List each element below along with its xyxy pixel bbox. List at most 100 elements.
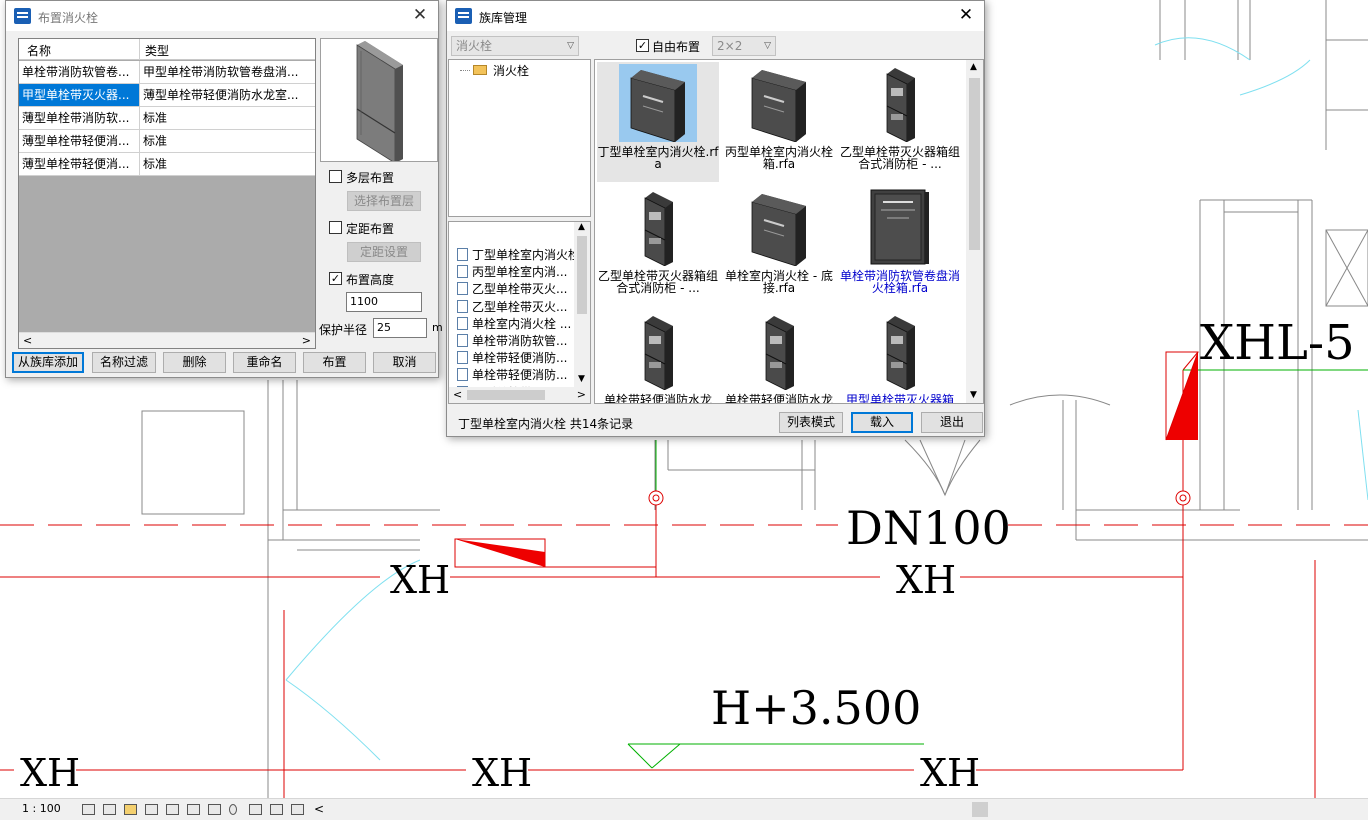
dialog-titlebar[interactable]: 族库管理 ✕ xyxy=(447,1,984,31)
grid-cell-name[interactable]: 甲型单栓带灭火器... xyxy=(19,84,139,106)
family-thumbnail-caption: 单栓带消防软管卷盘消火栓箱.rfa xyxy=(839,269,960,295)
add-from-library-button[interactable]: 从族库添加 xyxy=(12,352,84,373)
pipe-label-xh: XH xyxy=(20,751,80,795)
sun-path-icon[interactable] xyxy=(124,804,137,815)
grid-cell-name[interactable]: 薄型单栓带消防软... xyxy=(19,107,139,129)
pipe-label-xh: XH xyxy=(896,558,956,602)
family-file-icon xyxy=(457,299,468,313)
collapse-icon[interactable]: < xyxy=(314,802,324,816)
cabinet-preview-icon xyxy=(356,41,403,164)
temp-hide-icon[interactable] xyxy=(208,804,221,815)
record-status-text: 丁型单栓室内消火栓 共14条记录 xyxy=(458,417,634,431)
dialog-titlebar[interactable]: 布置消火栓 ✕ xyxy=(6,1,438,31)
grid-cell-type[interactable]: 标准 xyxy=(140,130,315,152)
family-file-icon xyxy=(457,265,468,279)
free-layout-checkbox[interactable]: ✓ xyxy=(636,39,649,52)
height-input[interactable]: 1100 xyxy=(346,292,422,312)
radius-input[interactable]: 25 xyxy=(373,318,427,338)
grid-cell-type[interactable]: 甲型单栓带消防软管卷盘消... xyxy=(140,61,315,83)
grid-cell-name[interactable]: 薄型单栓带轻便消... xyxy=(19,153,139,175)
constraints-icon[interactable] xyxy=(291,804,304,815)
column-header-name[interactable]: 名称 xyxy=(27,42,51,59)
column-divider[interactable] xyxy=(139,39,140,60)
scroll-left-icon[interactable]: < xyxy=(453,388,462,401)
tree-item-folder[interactable]: 消火栓 xyxy=(493,62,529,79)
reveal-hidden-icon[interactable] xyxy=(229,804,237,815)
thumbnail-vscroll[interactable]: ▲ ▼ xyxy=(966,60,983,403)
place-hydrant-dialog: 布置消火栓 ✕ 名称 类型 单栓带消防软管卷... 甲型单栓带消防软管卷盘消...… xyxy=(5,0,443,378)
family-file-item[interactable]: 单栓带消防软管... xyxy=(457,333,567,350)
family-thumbnail-tile[interactable]: 乙型单栓带灭火器箱组合式消防柜 - ... xyxy=(839,62,961,182)
file-list-vscroll[interactable]: ▲ ▼ xyxy=(574,222,590,387)
family-thumbnail-tile[interactable]: 单栓带消防软管卷盘消火栓箱.rfa xyxy=(839,186,961,306)
detail-level-icon[interactable] xyxy=(82,804,95,815)
multi-layer-checkbox[interactable] xyxy=(329,170,342,183)
family-thumbnail-tile[interactable]: 丙型单栓室内消火栓箱.rfa xyxy=(718,62,840,182)
height-checkbox[interactable]: ✓ xyxy=(329,272,342,285)
family-file-item[interactable]: 丁型单栓室内消火栓 xyxy=(457,247,580,264)
family-file-item[interactable]: 单栓带轻便消防... xyxy=(457,350,567,367)
family-thumbnail-tile[interactable]: 丁型单栓室内消火栓.rfa xyxy=(597,62,719,182)
view-scale[interactable]: 1 : 100 xyxy=(22,802,61,815)
grid-cell-type[interactable]: 薄型单栓带轻便消防水龙室... xyxy=(140,84,315,106)
close-icon[interactable]: ✕ xyxy=(410,5,430,25)
family-file-item[interactable]: 乙型单栓带灭火... xyxy=(457,299,567,316)
family-file-icon xyxy=(457,282,468,296)
grid-cell-name[interactable]: 薄型单栓带轻便消... xyxy=(19,130,139,152)
scroll-left-icon[interactable]: < xyxy=(23,334,32,347)
family-thumbnail-panel[interactable]: 丁型单栓室内消火栓.rfa 丙型单栓室内消火栓箱.rfa 乙型单栓带灭火器箱组合式消… xyxy=(594,59,984,404)
select-layers-button[interactable]: 选择布置层 xyxy=(347,191,421,211)
spacing-settings-button[interactable]: 定距设置 xyxy=(347,242,421,262)
show-crop-icon[interactable] xyxy=(187,804,200,815)
close-icon[interactable]: ✕ xyxy=(956,5,976,25)
shadows-icon[interactable] xyxy=(145,804,158,815)
grid-cell-name[interactable]: 单栓带消防软管卷... xyxy=(19,61,139,83)
hydrant-cabinet-icon xyxy=(619,64,697,143)
scroll-up-icon[interactable]: ▲ xyxy=(578,222,585,232)
family-file-list[interactable]: 丁型单栓室内消火栓 丙型单栓室内消... 乙型单栓带灭火... 乙型单栓带灭火... 单… xyxy=(448,221,591,404)
family-file-item[interactable]: 单栓带轻便消防... xyxy=(457,367,567,384)
scroll-thumb[interactable] xyxy=(467,390,545,400)
exit-button[interactable]: 退出 xyxy=(921,412,983,433)
scroll-down-icon[interactable]: ▼ xyxy=(970,390,977,400)
hydrant-preview xyxy=(320,38,438,164)
analysis-icon[interactable] xyxy=(270,804,283,815)
fixed-spacing-checkbox[interactable] xyxy=(329,221,342,234)
grid-size-value: 2×2 xyxy=(717,39,743,53)
grid-cell-type[interactable]: 标准 xyxy=(140,107,315,129)
file-list-hscroll[interactable]: < > xyxy=(449,387,590,403)
cancel-button[interactable]: 取消 xyxy=(373,352,436,373)
name-filter-button[interactable]: 名称过滤 xyxy=(92,352,156,373)
delete-button[interactable]: 删除 xyxy=(163,352,226,373)
scroll-thumb[interactable] xyxy=(969,78,980,250)
family-thumbnail-tile[interactable]: 单栓带轻便消防水龙 xyxy=(597,310,719,403)
rename-button[interactable]: 重命名 xyxy=(233,352,296,373)
scroll-right-icon[interactable]: > xyxy=(577,388,586,401)
scroll-right-icon[interactable]: > xyxy=(302,334,311,347)
family-thumbnail-tile[interactable]: 甲型单栓带灭火器箱 xyxy=(839,310,961,403)
family-thumbnail-tile[interactable]: 乙型单栓带灭火器箱组合式消防柜 - ... xyxy=(597,186,719,306)
category-tree[interactable]: 消火栓 xyxy=(448,59,591,217)
family-thumbnail-tile[interactable]: 单栓室内消火栓 - 底接.rfa xyxy=(718,186,840,306)
grid-size-select[interactable]: 2×2 ▽ xyxy=(712,36,776,56)
scroll-up-icon[interactable]: ▲ xyxy=(970,62,977,72)
horizontal-scrollbar[interactable]: < > xyxy=(19,332,315,348)
worksharing-icon[interactable] xyxy=(249,804,262,815)
scroll-thumb[interactable] xyxy=(577,236,587,314)
family-thumbnail-tile[interactable]: 单栓带轻便消防水龙 xyxy=(718,310,840,403)
load-button[interactable]: 载入 xyxy=(851,412,913,433)
family-file-item[interactable]: 乙型单栓带灭火... xyxy=(457,281,567,298)
family-thumbnail-caption: 乙型单栓带灭火器箱组合式消防柜 - ... xyxy=(597,269,718,295)
scroll-down-icon[interactable]: ▼ xyxy=(578,374,585,384)
category-select[interactable]: 消火栓 ▽ xyxy=(451,36,579,56)
column-header-type[interactable]: 类型 xyxy=(145,42,169,59)
visual-style-icon[interactable] xyxy=(103,804,116,815)
crop-view-icon[interactable] xyxy=(166,804,179,815)
family-file-item[interactable]: 丙型单栓室内消... xyxy=(457,264,567,281)
family-file-item[interactable]: 单栓室内消火栓 ... xyxy=(457,316,571,333)
place-button[interactable]: 布置 xyxy=(303,352,366,373)
list-mode-button[interactable]: 列表模式 xyxy=(779,412,843,433)
horizontal-scroll-thumb[interactable] xyxy=(972,802,988,817)
grid-cell-type[interactable]: 标准 xyxy=(140,153,315,175)
hydrant-type-grid[interactable]: 名称 类型 单栓带消防软管卷... 甲型单栓带消防软管卷盘消... 甲型单栓带灭火器… xyxy=(18,38,316,349)
